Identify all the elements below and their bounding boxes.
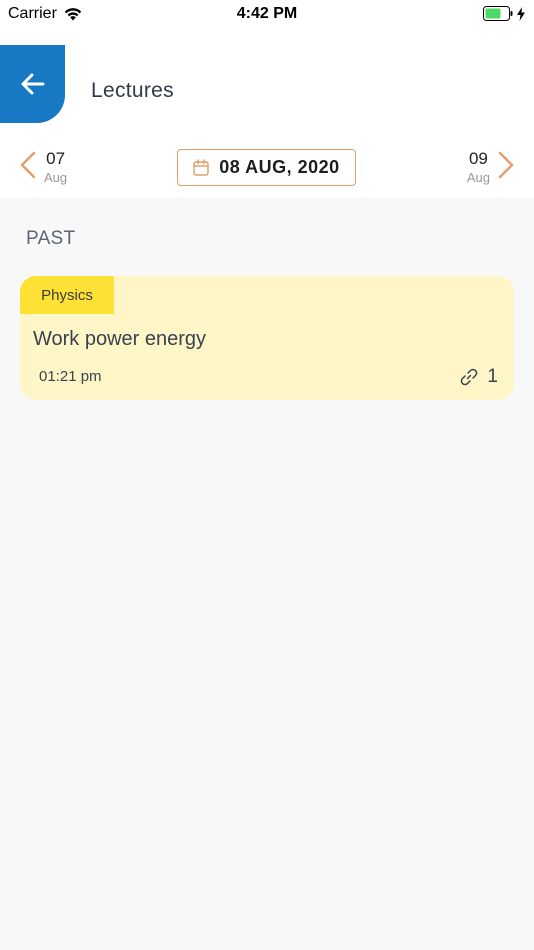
calendar-icon	[193, 159, 210, 176]
lecture-title: Work power energy	[33, 328, 207, 350]
next-date: 09 Aug	[467, 148, 490, 186]
next-date-month: Aug	[466, 170, 490, 185]
subject-badge: Physics	[20, 276, 114, 314]
battery-icon	[483, 6, 513, 21]
date-navigator: 07 Aug 08 AUG, 2020 09 Aug	[0, 134, 534, 198]
arrow-left-icon	[21, 73, 44, 95]
section-heading: PAST	[26, 228, 76, 249]
link-icon	[461, 368, 478, 386]
previous-date-button[interactable]: 07 Aug	[18, 148, 67, 186]
previous-date: 07 Aug	[44, 148, 67, 186]
next-date-button[interactable]: 09 Aug	[467, 148, 516, 186]
status-right	[483, 6, 526, 21]
status-bar: Carrier 4:42 PM	[0, 0, 534, 30]
chevron-right-icon	[498, 151, 514, 179]
current-date-label: 08 AUG, 2020	[219, 157, 340, 177]
previous-date-day: 07	[46, 149, 66, 168]
page-title: Lectures	[91, 79, 174, 102]
lecture-time: 01:21 pm	[39, 368, 102, 385]
next-date-day: 09	[468, 149, 488, 168]
lecture-card[interactable]: Physics Work power energy 01:21 pm 1	[20, 276, 514, 400]
header: Lectures	[0, 30, 534, 134]
clock: 4:42 PM	[236, 5, 298, 22]
attachment-count: 1	[487, 366, 498, 387]
back-button[interactable]	[0, 45, 65, 123]
charging-icon	[517, 6, 525, 21]
previous-date-month: Aug	[44, 170, 68, 185]
current-date-button[interactable]: 08 AUG, 2020	[177, 149, 356, 186]
attachments[interactable]: 1	[459, 366, 498, 388]
chevron-left-icon	[20, 151, 36, 179]
